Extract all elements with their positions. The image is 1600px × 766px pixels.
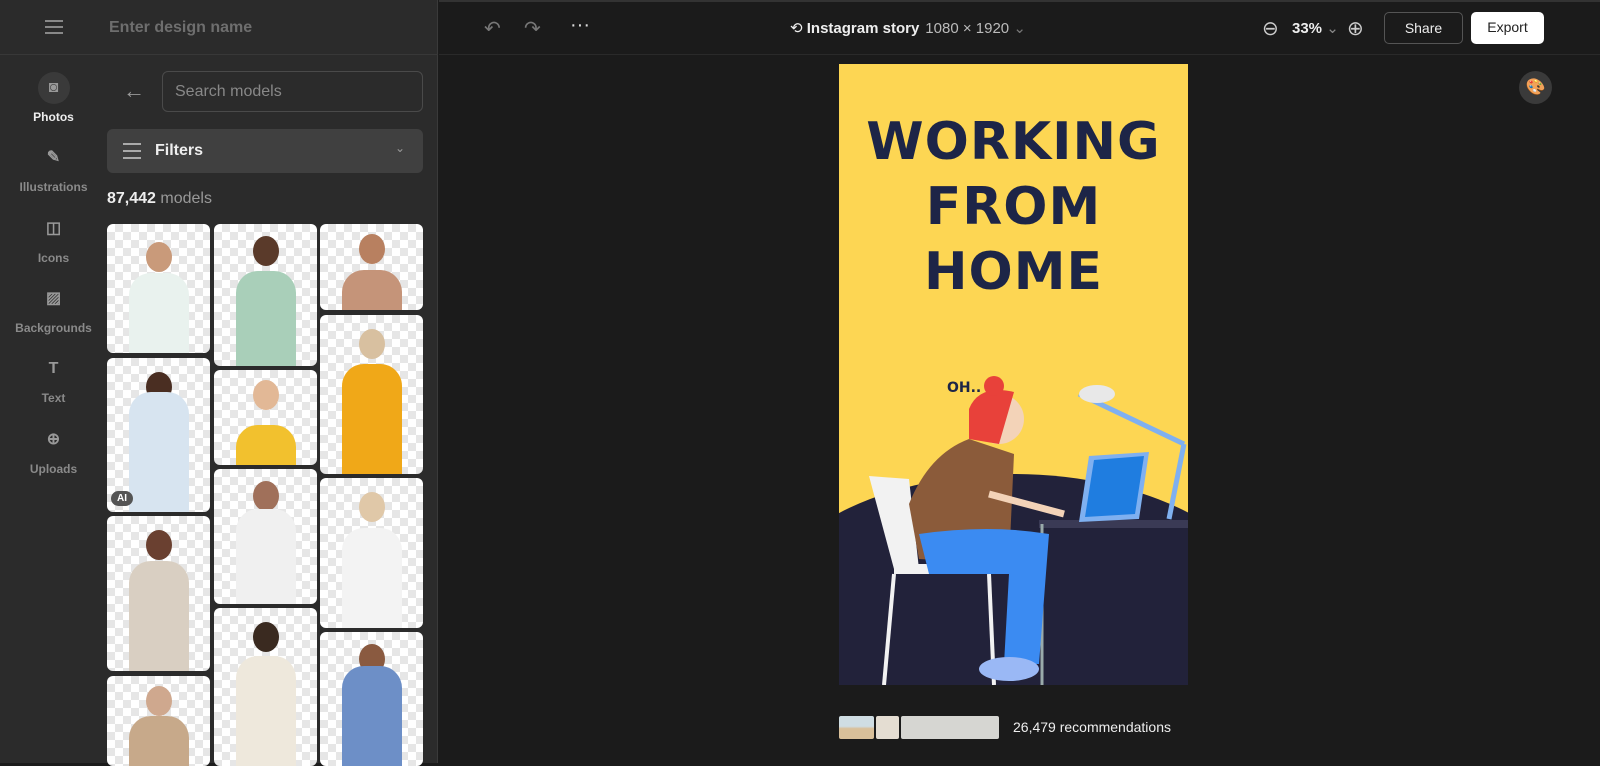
sliders-icon bbox=[123, 143, 141, 159]
model-photo[interactable] bbox=[214, 370, 317, 465]
menu-icon[interactable] bbox=[45, 20, 63, 34]
redo-icon[interactable]: ↷ bbox=[524, 16, 541, 41]
model-photo[interactable] bbox=[320, 632, 423, 766]
more-options-icon[interactable]: ··· bbox=[570, 14, 590, 37]
model-photo[interactable] bbox=[107, 516, 210, 671]
left-sidebar: Enter design name ◙ Photos ✎ Illustrations… bbox=[0, 0, 438, 766]
model-photo[interactable] bbox=[320, 315, 423, 474]
recommendations-count[interactable]: 26,479 recommendations bbox=[1013, 719, 1171, 735]
model-photo[interactable] bbox=[320, 478, 423, 628]
text-icon: T bbox=[48, 360, 59, 377]
model-photo[interactable] bbox=[214, 469, 317, 604]
filters-dropdown[interactable]: Filters ⌄ bbox=[107, 129, 423, 173]
image-icon: ▨ bbox=[45, 290, 62, 307]
pen-nib-icon: ✎ bbox=[46, 149, 61, 166]
zoom-level[interactable]: 33% ⌄ bbox=[1292, 19, 1339, 37]
model-photo[interactable]: AI bbox=[107, 358, 210, 512]
rail-item-backgrounds[interactable]: ▨ Backgrounds bbox=[0, 283, 107, 335]
rail-item-icons[interactable]: ◫ Icons bbox=[0, 213, 107, 265]
search-input[interactable] bbox=[162, 71, 423, 112]
recommendation-thumbnail[interactable] bbox=[876, 716, 899, 739]
rail-item-text[interactable]: T Text bbox=[0, 353, 107, 405]
camera-icon: ◙ bbox=[37, 72, 70, 104]
chevron-down-icon: ⌄ bbox=[1013, 20, 1026, 37]
model-photo[interactable] bbox=[107, 224, 210, 353]
design-name-input[interactable]: Enter design name bbox=[109, 19, 252, 37]
design-canvas[interactable]: WORKING FROM HOME OH.. bbox=[839, 64, 1188, 685]
rail-item-illustrations[interactable]: ✎ Illustrations bbox=[0, 142, 107, 194]
format-selector[interactable]: ⟲ Instagram story 1080 × 1920 ⌄ bbox=[790, 19, 1026, 37]
filters-label: Filters bbox=[155, 142, 204, 159]
recommendation-thumbnail[interactable] bbox=[901, 716, 999, 739]
model-photo[interactable] bbox=[107, 676, 210, 766]
zoom-in-icon[interactable]: ⊕ bbox=[1347, 16, 1364, 41]
sidebar-header: Enter design name bbox=[0, 0, 438, 55]
chevron-down-icon: ⌄ bbox=[394, 141, 405, 155]
plus-circle-icon: ⊕ bbox=[46, 431, 61, 448]
resize-icon: ⟲ bbox=[790, 20, 803, 37]
share-button[interactable]: Share bbox=[1384, 12, 1463, 44]
model-photo[interactable] bbox=[320, 224, 423, 310]
models-count: 87,442 models bbox=[107, 190, 212, 207]
model-photo[interactable] bbox=[214, 224, 317, 366]
zoom-out-icon[interactable]: ⊖ bbox=[1262, 16, 1279, 41]
export-button[interactable]: Export bbox=[1471, 12, 1544, 44]
back-arrow-icon[interactable]: ← bbox=[123, 78, 145, 104]
rail-item-photos[interactable]: ◙ Photos bbox=[0, 72, 107, 124]
shapes-icon: ◫ bbox=[45, 220, 62, 237]
undo-icon[interactable]: ↶ bbox=[484, 16, 501, 41]
recommendation-thumbnail[interactable] bbox=[839, 716, 874, 739]
rail-item-uploads[interactable]: ⊕ Uploads bbox=[0, 424, 107, 476]
model-photo[interactable] bbox=[214, 608, 317, 766]
palette-icon[interactable]: 🎨 bbox=[1519, 71, 1552, 104]
ai-badge: AI bbox=[111, 491, 133, 506]
work-from-home-illustration bbox=[839, 376, 1188, 685]
